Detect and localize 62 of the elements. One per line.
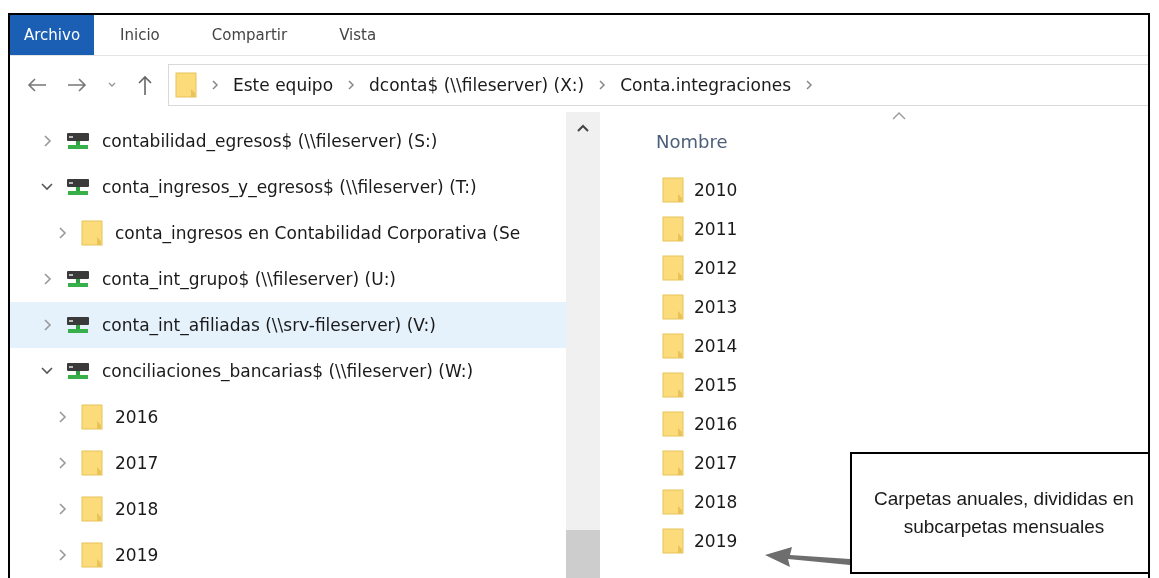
network-drive-icon — [66, 131, 90, 151]
folder-icon — [81, 542, 103, 568]
scroll-up-icon[interactable] — [577, 124, 589, 132]
folder-name[interactable]: 2011 — [694, 218, 738, 239]
ribbon-tab[interactable]: Inicio — [94, 15, 186, 55]
ribbon-tab[interactable]: Compartir — [185, 15, 314, 55]
tree-item[interactable]: conta_ingresos_y_egresos$ (\\fileserver) (T:) — [10, 164, 566, 210]
tree-item[interactable]: contabilidad_egresos$ (\\fileserver) (S:) — [10, 118, 566, 164]
folder-icon — [662, 332, 684, 359]
network-drive-icon — [66, 269, 90, 289]
breadcrumb-chevron-icon[interactable] — [211, 80, 219, 90]
folder-icon — [81, 404, 103, 430]
up-arrow-icon[interactable] — [136, 74, 154, 96]
folder-icon — [662, 254, 684, 281]
breadcrumb-chevron-icon[interactable] — [598, 80, 607, 90]
tree-item[interactable]: conta_ingresos en Contabilidad Corporativa (Se — [10, 210, 566, 256]
tree-item[interactable]: 2019 — [10, 532, 566, 578]
tree-item[interactable]: conciliaciones_bancarias$ (\\fileserver) (W:) — [10, 348, 566, 394]
folder-icon — [81, 496, 103, 522]
folder-icon — [81, 220, 103, 246]
folder-name[interactable]: 2015 — [694, 374, 738, 395]
folder-icon — [662, 176, 684, 203]
address-bar[interactable]: Este equipo dconta$ (\\fileserver) (X:) Conta.integraciones — [168, 64, 1148, 106]
scrollbar-thumb[interactable] — [566, 530, 600, 578]
network-drive-icon — [66, 361, 90, 381]
tree-item[interactable]: conta_int_afiliadas (\\srv-fileserver) (V:) — [10, 302, 566, 348]
folder-icon — [662, 527, 684, 554]
folder-name[interactable]: 2013 — [694, 296, 738, 317]
breadcrumb-chevron-icon[interactable] — [805, 80, 814, 90]
folder-name[interactable]: 2012 — [694, 257, 738, 278]
folder-name[interactable]: 2014 — [694, 335, 738, 356]
ribbon-tab[interactable]: Archivo — [10, 15, 95, 55]
folder-icon — [662, 215, 684, 242]
breadcrumb[interactable]: Conta.integraciones — [620, 75, 792, 95]
tree-item[interactable]: conta_int_grupo$ (\\fileserver) (U:) — [10, 256, 566, 302]
callout-text: Carpetas anuales, divididas en subcarpetas mensuales — [850, 452, 1148, 574]
folder-name[interactable]: 2018 — [694, 491, 738, 512]
breadcrumb[interactable]: Este equipo — [233, 75, 334, 95]
folder-icon — [662, 488, 684, 515]
folder-icon — [175, 72, 197, 98]
back-arrow-icon[interactable] — [26, 76, 48, 94]
scrollbar[interactable] — [566, 112, 600, 578]
tree-item[interactable]: 2016 — [10, 394, 566, 440]
folder-name[interactable]: 2019 — [694, 530, 738, 551]
folder-icon — [662, 410, 684, 437]
network-drive-icon — [66, 177, 90, 197]
folder-name[interactable]: 2010 — [694, 179, 738, 200]
column-header[interactable]: Nombre — [656, 130, 728, 152]
folder-name[interactable]: 2016 — [694, 413, 738, 434]
folder-name[interactable]: 2017 — [694, 452, 738, 473]
forward-arrow-icon[interactable] — [66, 76, 88, 94]
folder-icon — [81, 450, 103, 476]
breadcrumb[interactable]: dconta$ (\\fileserver) (X:) — [369, 75, 585, 95]
folder-icon — [662, 371, 684, 398]
sort-caret-icon — [892, 112, 906, 120]
ribbon-tab[interactable]: Vista — [313, 15, 403, 55]
folder-icon — [662, 449, 684, 476]
network-drive-icon — [66, 315, 90, 335]
folder-icon — [662, 293, 684, 320]
tree-item[interactable]: 2017 — [10, 440, 566, 486]
tree-item[interactable]: 2018 — [10, 486, 566, 532]
breadcrumb-chevron-icon[interactable] — [347, 80, 356, 90]
